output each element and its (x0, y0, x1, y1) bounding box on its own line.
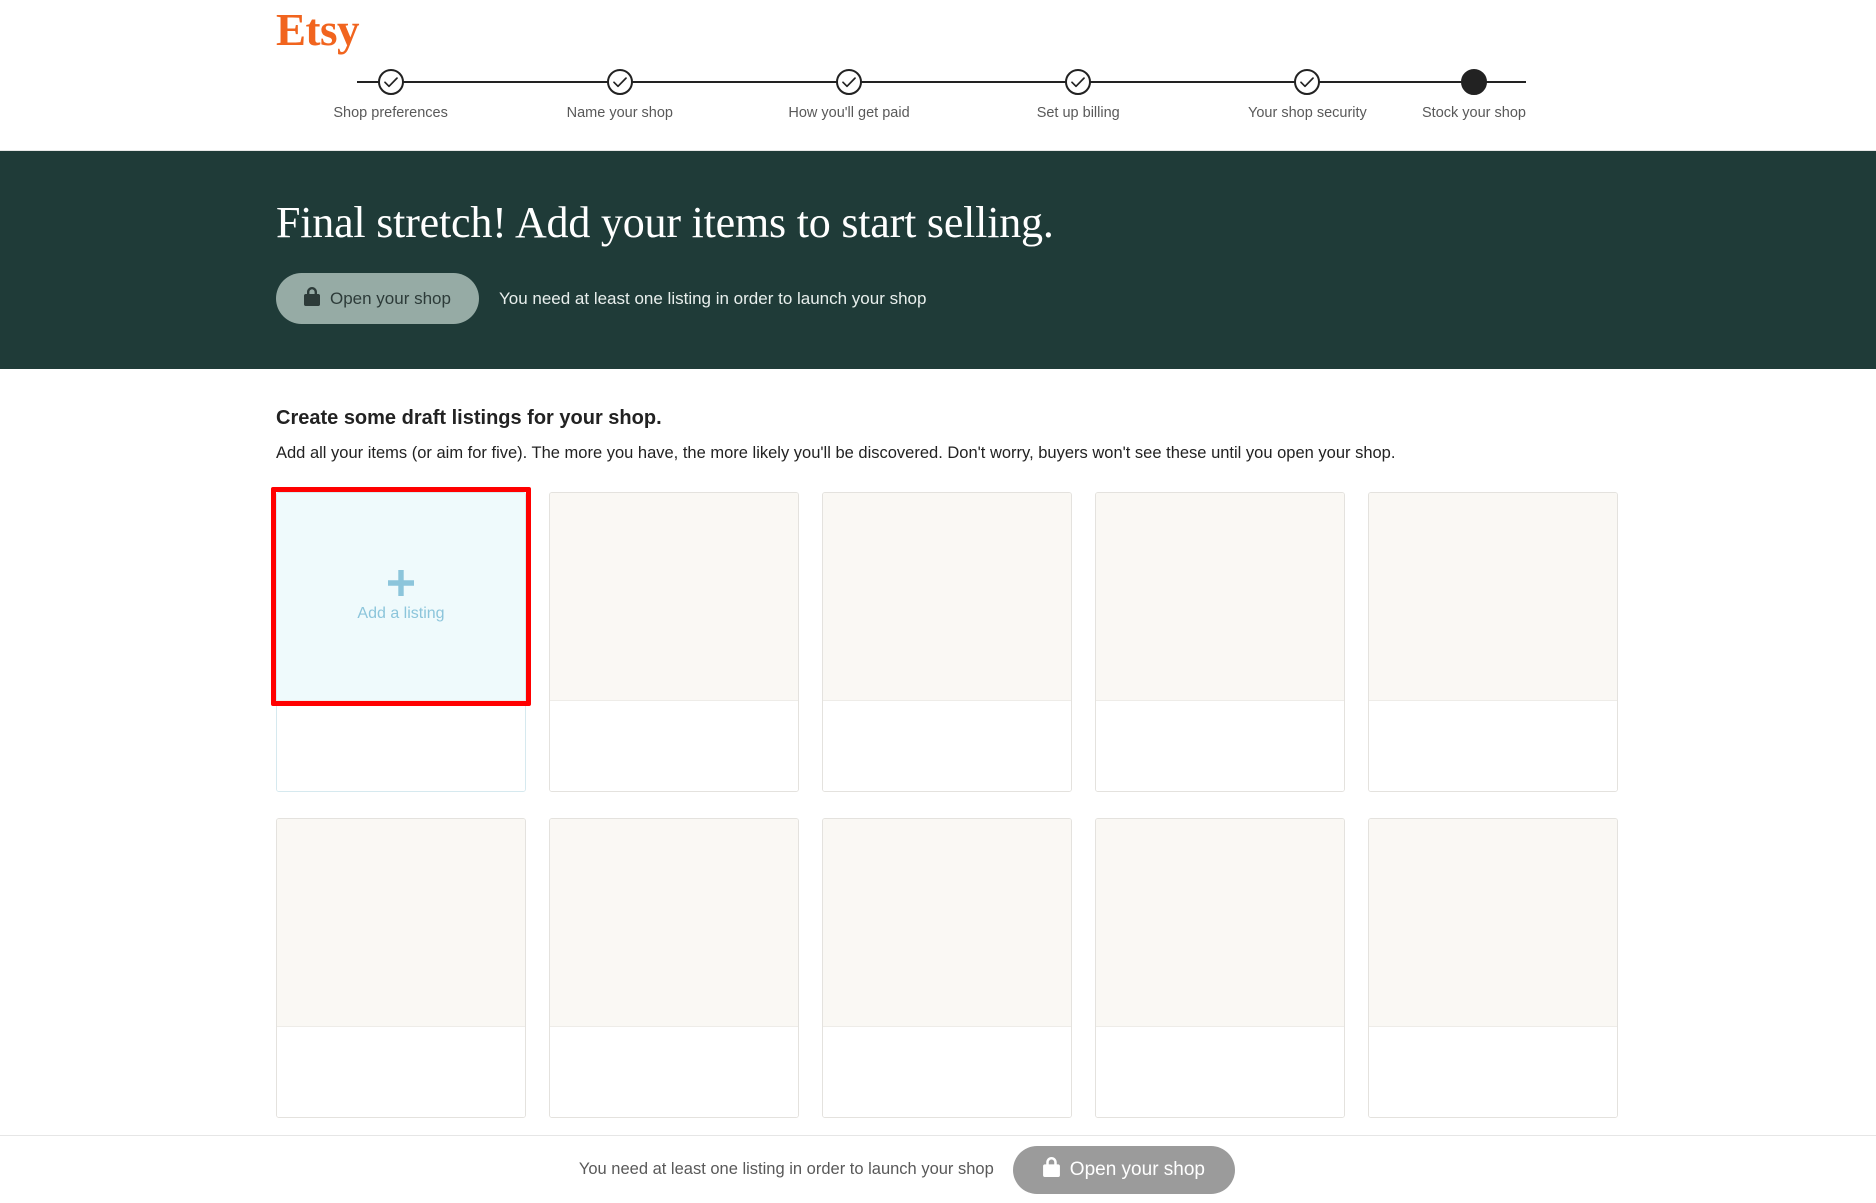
add-listing-label: Add a listing (357, 605, 445, 623)
listing-placeholder-caption (277, 1027, 525, 1118)
lock-icon (304, 286, 320, 311)
open-your-shop-label-footer: Open your shop (1069, 1158, 1205, 1180)
stepper-step-2[interactable]: How you'll get paid (734, 69, 963, 129)
listing-placeholder-card (822, 818, 1072, 1119)
add-listing-card[interactable]: Add a listing (276, 492, 526, 793)
page-root: Etsy Shop preferences Name your shop How y… (0, 0, 1876, 1203)
check-icon (836, 69, 862, 95)
listing-placeholder-media (1096, 819, 1344, 1028)
listing-placeholder-caption (550, 1027, 798, 1118)
lock-icon (1042, 1156, 1060, 1183)
hero-requirement-note: You need at least one listing in order t… (498, 288, 927, 308)
listing-placeholder-caption (1369, 701, 1617, 792)
stepper-step-5[interactable]: Stock your shop (1422, 69, 1526, 129)
open-your-shop-button-footer[interactable]: Open your shop (1012, 1145, 1235, 1194)
listing-placeholder-media (550, 819, 798, 1028)
check-icon (377, 69, 404, 95)
listing-placeholder-media (823, 819, 1071, 1028)
add-listing-media[interactable]: Add a listing (277, 493, 525, 702)
check-icon (606, 69, 633, 95)
listing-placeholder-caption (1096, 701, 1344, 792)
stepper-step-label: Set up billing (1036, 105, 1120, 121)
etsy-logo[interactable]: Etsy (276, 8, 360, 53)
check-icon (1065, 69, 1092, 95)
listing-placeholder-caption (823, 701, 1071, 792)
add-listing-card-wrapper: Add a listing (271, 487, 531, 793)
stepper-step-label: Shop preferences (333, 105, 448, 121)
open-your-shop-button-hero[interactable]: Open your shop (276, 273, 479, 325)
filled-dot-icon (1461, 69, 1487, 95)
onboarding-stepper: Shop preferences Name your shop How you'll… (276, 69, 1526, 129)
listing-placeholder-media (1369, 493, 1617, 702)
stepper-step-4[interactable]: Your shop security (1193, 69, 1422, 129)
stepper-step-label: How you'll get paid (788, 105, 910, 121)
hero-title: Final stretch! Add your items to start s… (276, 198, 1054, 247)
stepper-step-label: Name your shop (566, 105, 673, 121)
listing-placeholder-media (823, 493, 1071, 702)
listing-placeholder-card (549, 818, 799, 1119)
check-icon (1294, 69, 1321, 95)
page-header: Etsy Shop preferences Name your shop How y… (0, 0, 1876, 151)
listing-placeholder-media (277, 819, 525, 1028)
listing-placeholder-media (550, 493, 798, 702)
main-content: Create some draft listings for your shop… (0, 369, 1876, 1119)
listing-placeholder-card (549, 492, 799, 793)
section-title: Create some draft listings for your shop… (276, 407, 662, 429)
listing-placeholder-media (1096, 493, 1344, 702)
listing-placeholder-caption (1369, 1027, 1617, 1118)
stepper-step-1[interactable]: Name your shop (505, 69, 734, 129)
listing-placeholder-caption (1096, 1027, 1344, 1118)
stepper-step-0[interactable]: Shop preferences (276, 69, 505, 129)
listing-placeholder-card (1095, 492, 1345, 793)
listing-placeholder-media (1369, 819, 1617, 1028)
plus-icon (388, 570, 414, 601)
listing-placeholder-card (1368, 492, 1618, 793)
listing-placeholder-card (1095, 818, 1345, 1119)
listing-placeholder-card (1368, 818, 1618, 1119)
listing-placeholder-card (822, 492, 1072, 793)
listing-grid: Add a listing (271, 487, 1618, 1119)
hero-banner: Final stretch! Add your items to start s… (0, 151, 1876, 369)
stepper-step-label: Your shop security (1248, 105, 1367, 121)
open-your-shop-label-hero: Open your shop (330, 288, 451, 308)
sticky-footer-bar: You need at least one listing in order t… (0, 1135, 1876, 1203)
add-listing-caption (277, 701, 525, 792)
listing-placeholder-caption (550, 701, 798, 792)
hero-actions: Open your shop You need at least one lis… (276, 273, 1876, 325)
listing-placeholder-caption (823, 1027, 1071, 1118)
listing-placeholder-card (276, 818, 526, 1119)
footer-requirement-note: You need at least one listing in order t… (578, 1159, 994, 1178)
stepper-step-3[interactable]: Set up billing (964, 69, 1193, 129)
stepper-steps: Shop preferences Name your shop How you'll… (276, 69, 1526, 129)
section-subtitle: Add all your items (or aim for five). Th… (276, 444, 1396, 462)
stepper-step-label: Stock your shop (1422, 105, 1526, 121)
